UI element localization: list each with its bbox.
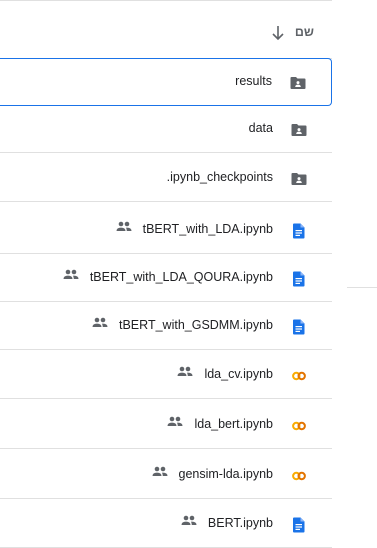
people-icon (115, 220, 133, 234)
colab-file-icon (290, 367, 308, 385)
people-icon (151, 465, 169, 479)
file-name: tBERT_with_LDA.ipynb (142, 222, 273, 236)
people-icon (62, 268, 80, 282)
file-name: tBERT_with_GSDMM.ipynb (119, 318, 273, 332)
file-name: tBERT_with_LDA_QOURA.ipynb (89, 270, 273, 284)
file-row[interactable]: tBERT_with_LDA_QOURA.ipynb (0, 255, 332, 302)
file-row[interactable]: data (0, 106, 332, 153)
file-name: lda_bert.ipynb (194, 417, 273, 431)
file-row[interactable]: lda_cv.ipynb (0, 352, 332, 399)
file-row[interactable]: .ipynb_checkpoints (0, 155, 332, 202)
shared-folder-icon (289, 74, 307, 92)
file-row[interactable]: results (0, 58, 332, 106)
file-name: gensim-lda.ipynb (178, 467, 274, 481)
file-row[interactable]: tBERT_with_GSDMM.ipynb (0, 303, 332, 350)
people-icon (166, 415, 184, 429)
file-list: שם results data .ipynb_checkpoints tBERT_wi… (0, 0, 332, 548)
pane-divider (347, 287, 377, 288)
shared-folder-icon (290, 121, 308, 139)
file-name: lda_cv.ipynb (204, 367, 273, 381)
arrow-down-icon[interactable] (270, 24, 286, 42)
list-header: שם (0, 10, 332, 59)
people-icon (91, 316, 109, 330)
file-name: data (248, 121, 273, 135)
colab-file-icon (290, 417, 308, 435)
shared-folder-icon (290, 170, 308, 188)
people-icon (176, 365, 194, 379)
file-name: results (235, 74, 272, 88)
doc-file-icon (290, 516, 308, 534)
doc-file-icon (290, 270, 308, 288)
file-row[interactable]: tBERT_with_LDA.ipynb (0, 207, 332, 254)
file-row[interactable]: lda_bert.ipynb (0, 402, 332, 449)
file-name: .ipynb_checkpoints (166, 170, 273, 184)
file-name: BERT.ipynb (207, 516, 273, 530)
file-row[interactable]: gensim-lda.ipynb (0, 452, 332, 499)
file-row[interactable]: BERT.ipynb (0, 501, 332, 548)
doc-file-icon (290, 318, 308, 336)
people-icon (180, 514, 198, 528)
colab-file-icon (290, 467, 308, 485)
name-column-header[interactable]: שם (295, 25, 314, 39)
doc-file-icon (290, 222, 308, 240)
